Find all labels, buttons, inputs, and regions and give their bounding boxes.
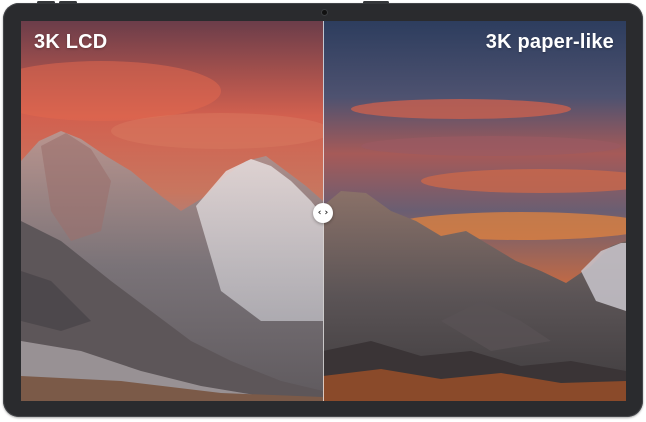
comparison-slider-handle[interactable]: ‹ › xyxy=(313,203,333,223)
front-camera xyxy=(322,10,327,15)
paper-like-label: 3K paper-like xyxy=(485,31,614,53)
volume-button xyxy=(59,1,77,4)
lcd-label: 3K LCD xyxy=(34,31,108,53)
volume-button xyxy=(37,1,55,4)
power-button xyxy=(363,1,389,4)
tablet-device: 3K LCD 3K paper-like ‹ › xyxy=(3,1,643,417)
compare-arrows-icon: ‹ › xyxy=(317,207,329,218)
comparison-screen: 3K LCD 3K paper-like ‹ › xyxy=(21,21,626,401)
